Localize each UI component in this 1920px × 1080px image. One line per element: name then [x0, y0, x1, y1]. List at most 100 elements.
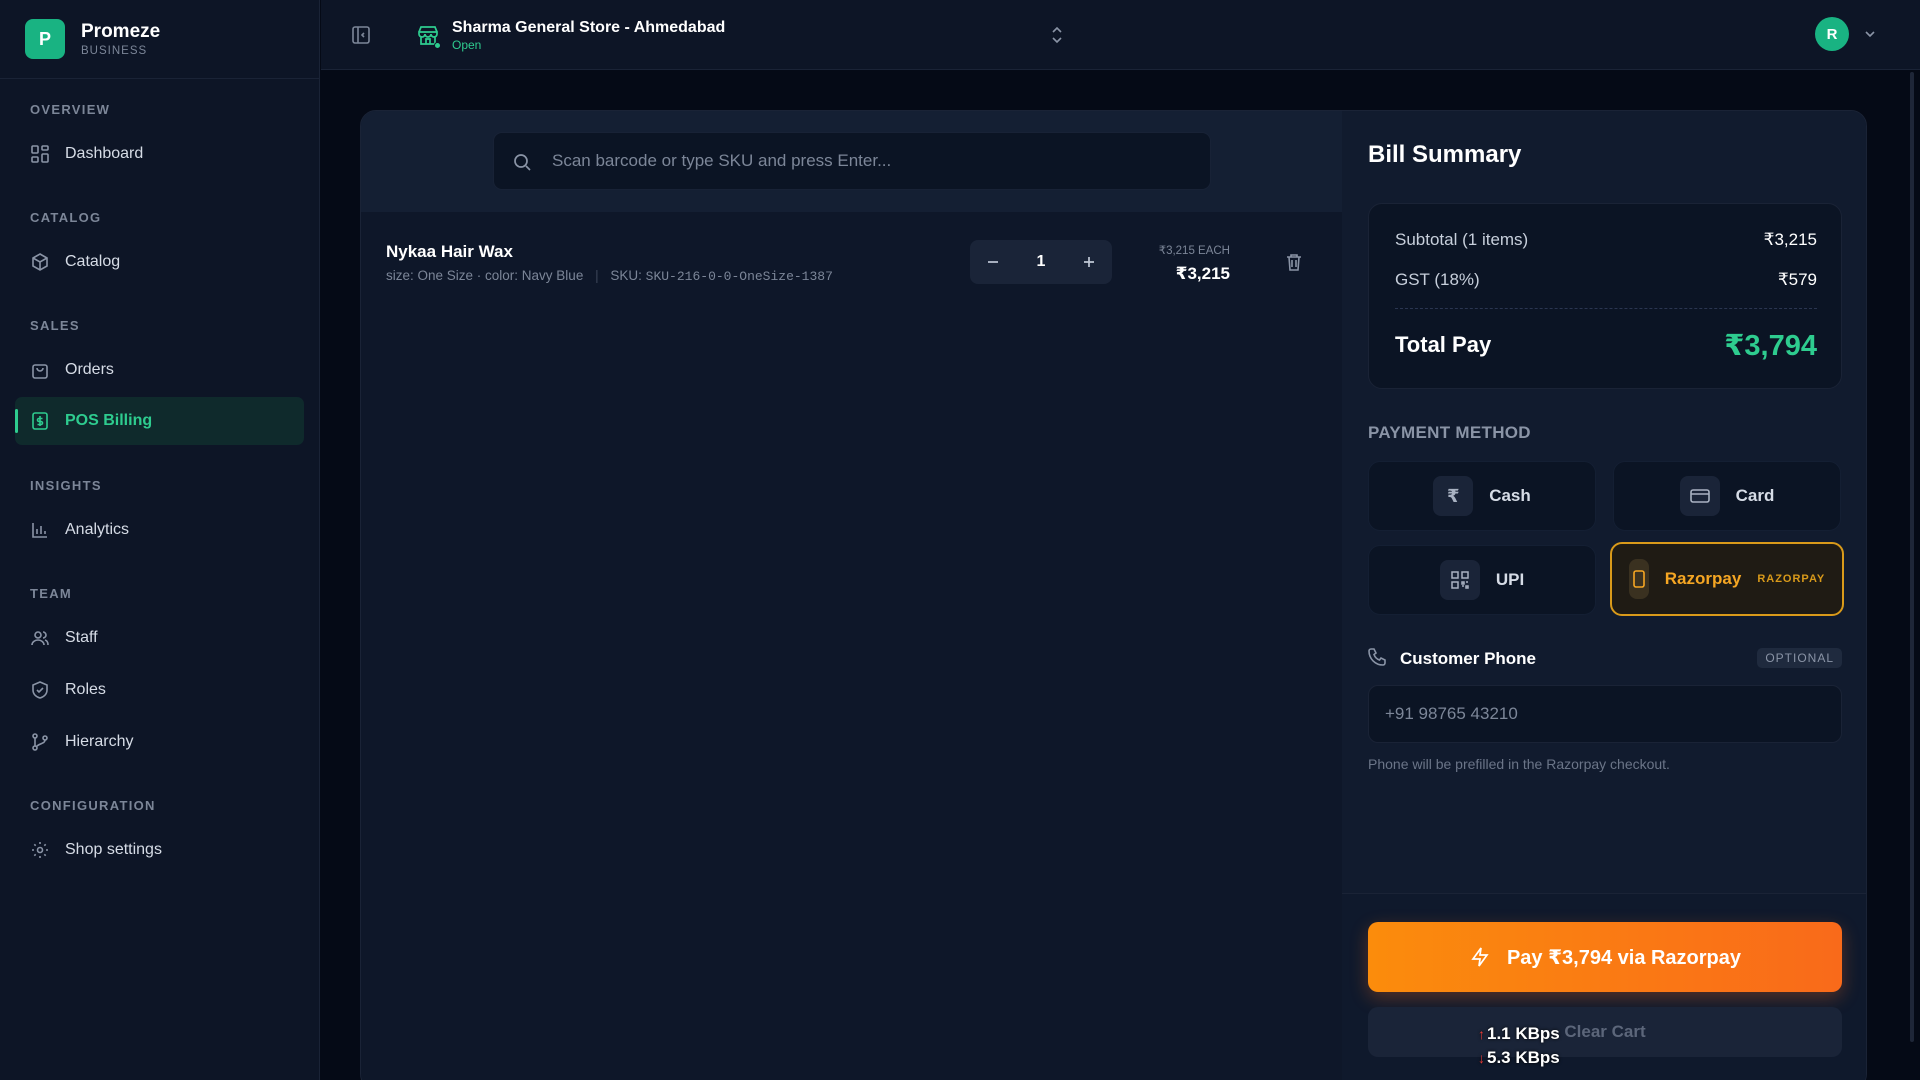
payment-method-card[interactable]: Card — [1613, 461, 1841, 531]
grid-icon — [30, 144, 50, 164]
sidebar-toggle-icon[interactable] — [351, 25, 371, 45]
sidebar: P Promeze BUSINESS OVERVIEW Dashboard CA… — [0, 0, 320, 1080]
razorpay-tag: RAZORPAY — [1757, 573, 1826, 585]
section-title-team: TEAM — [30, 586, 73, 601]
sidebar-item-catalog[interactable]: Catalog — [15, 238, 304, 286]
line-price: ₹3,215 — [1175, 264, 1230, 283]
upload-arrow-icon: ↑ — [1478, 1026, 1485, 1042]
payment-method-upi[interactable]: UPI — [1368, 545, 1596, 615]
optional-badge: OPTIONAL — [1757, 648, 1842, 668]
store-status-dot — [434, 42, 441, 49]
payment-method-cash[interactable]: ₹ Cash — [1368, 461, 1596, 531]
rupee-icon: ₹ — [1433, 476, 1474, 516]
shield-icon — [30, 680, 50, 700]
sidebar-item-shop-settings[interactable]: Shop settings — [15, 826, 304, 874]
section-title-sales: SALES — [30, 318, 80, 333]
search-input[interactable] — [552, 133, 1192, 189]
customer-phone-label: Customer Phone — [1400, 649, 1537, 668]
plus-icon — [1084, 257, 1094, 267]
upload-speed: 1.1 KBps — [1487, 1024, 1560, 1043]
trash-icon[interactable] — [1285, 252, 1303, 272]
clear-cart-button[interactable]: Clear Cart — [1368, 1007, 1842, 1057]
bar-chart-icon — [30, 520, 50, 540]
sidebar-item-dashboard[interactable]: Dashboard — [15, 130, 304, 178]
phone-icon — [1628, 559, 1649, 599]
sidebar-item-roles[interactable]: Roles — [15, 666, 304, 714]
sidebar-item-label: Staff — [65, 629, 98, 646]
sidebar-item-label: Hierarchy — [65, 733, 134, 750]
sidebar-item-label: Shop settings — [65, 841, 162, 858]
sidebar-item-pos-billing[interactable]: POS Billing — [15, 397, 304, 445]
box-icon — [30, 252, 50, 272]
bill-summary: Bill Summary Subtotal (1 items) ₹3,215 G… — [1342, 111, 1866, 1080]
subtotal-row: Subtotal (1 items) ₹3,215 — [1395, 230, 1817, 250]
payment-method-razorpay[interactable]: Razorpay RAZORPAY — [1610, 542, 1844, 616]
subtotal-label: Subtotal (1 items) — [1395, 230, 1529, 249]
pay-button[interactable]: Pay ₹3,794 via Razorpay — [1368, 922, 1842, 992]
gear-icon — [30, 840, 50, 860]
sidebar-item-analytics[interactable]: Analytics — [15, 506, 304, 554]
brand-logo: P — [25, 19, 65, 59]
payment-method-label: Razorpay — [1664, 569, 1742, 588]
subtotal-value: ₹3,215 — [1763, 230, 1817, 249]
sidebar-item-label: Roles — [65, 681, 106, 698]
payment-method-label: Card — [1735, 486, 1775, 505]
payment-method-label: Cash — [1489, 486, 1531, 505]
bag-icon — [30, 360, 50, 380]
sidebar-item-label: POS Billing — [65, 412, 153, 429]
customer-phone-input[interactable] — [1368, 685, 1842, 743]
chevron-up-down-icon[interactable] — [1049, 24, 1065, 46]
store-status: Open — [452, 38, 482, 52]
bolt-icon — [1471, 947, 1489, 967]
payment-method-title: PAYMENT METHOD — [1368, 423, 1531, 442]
section-title-catalog: CATALOG — [30, 210, 102, 225]
brand-name: Promeze — [81, 21, 161, 42]
gst-row: GST (18%) ₹579 — [1395, 270, 1817, 290]
users-icon — [30, 628, 50, 648]
search-icon — [512, 152, 532, 172]
pos-panel: Nykaa Hair Wax size: One Size · color: N… — [360, 110, 1867, 1080]
gst-label: GST (18%) — [1395, 270, 1480, 289]
item-name: Nykaa Hair Wax — [386, 242, 513, 261]
increment-button[interactable] — [1066, 240, 1112, 284]
unit-price: ₹3,215 EACH — [1158, 245, 1230, 257]
avatar[interactable]: R — [1815, 17, 1849, 51]
brand[interactable]: P Promeze BUSINESS — [0, 0, 319, 79]
download-speed: 5.3 KBps — [1487, 1048, 1560, 1067]
phone-hint: Phone will be prefilled in the Razorpay … — [1368, 756, 1670, 772]
phone-call-icon — [1368, 648, 1386, 666]
search-box[interactable] — [493, 132, 1211, 190]
sidebar-item-hierarchy[interactable]: Hierarchy — [15, 718, 304, 766]
sidebar-item-label: Analytics — [65, 521, 130, 538]
sidebar-item-staff[interactable]: Staff — [15, 614, 304, 662]
scrollbar[interactable] — [1910, 72, 1914, 1042]
item-variant: size: One Size · color: Navy Blue — [386, 268, 584, 283]
total-value: ₹3,794 — [1724, 330, 1817, 362]
item-sku: SKU-216-0-0-OneSize-1387 — [645, 269, 833, 284]
brand-sub: BUSINESS — [81, 45, 148, 57]
chevron-down-icon[interactable] — [1863, 27, 1877, 41]
total-label: Total Pay — [1395, 332, 1492, 357]
gst-value: ₹579 — [1777, 270, 1817, 289]
bill-summary-title: Bill Summary — [1368, 141, 1522, 168]
quantity-stepper: 1 — [970, 240, 1112, 284]
topbar: Sharma General Store - Ahmedabad Open R — [321, 0, 1920, 70]
payment-method-label: UPI — [1495, 570, 1525, 589]
network-speed-overlay: ↑ 1.1 KBps ↓ 5.3 KBps — [1478, 1022, 1560, 1070]
totals-box: Subtotal (1 items) ₹3,215 GST (18%) ₹579… — [1368, 203, 1842, 389]
sidebar-item-orders[interactable]: Orders — [15, 346, 304, 394]
decrement-button[interactable] — [970, 240, 1016, 284]
section-title-overview: OVERVIEW — [30, 102, 111, 117]
pay-area: Pay ₹3,794 via Razorpay Clear Cart — [1342, 893, 1866, 1080]
search-area — [361, 111, 1342, 212]
item-meta: size: One Size · color: Navy Blue | SKU:… — [386, 268, 833, 284]
card-icon — [1679, 476, 1720, 516]
branch-icon — [30, 732, 50, 752]
cart-list: Nykaa Hair Wax size: One Size · color: N… — [361, 212, 1342, 1080]
qr-icon — [1439, 560, 1480, 600]
quantity-value[interactable]: 1 — [1037, 253, 1046, 271]
store-name[interactable]: Sharma General Store - Ahmedabad — [452, 19, 725, 37]
pay-button-label: Pay ₹3,794 via Razorpay — [1506, 946, 1742, 969]
sidebar-item-label: Dashboard — [65, 145, 144, 162]
sidebar-item-label: Catalog — [65, 253, 121, 270]
